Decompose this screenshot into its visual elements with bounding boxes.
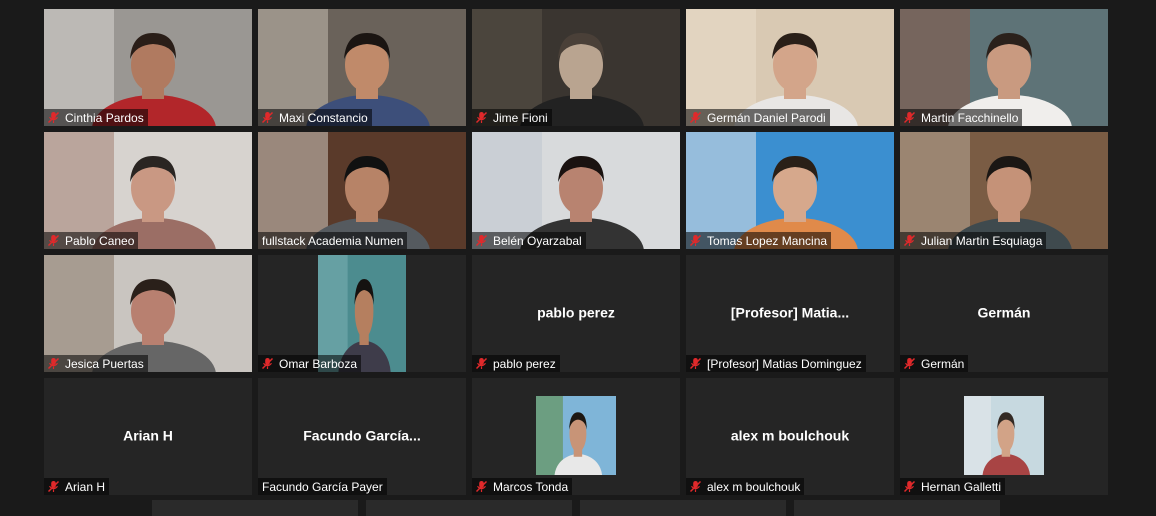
muted-mic-icon xyxy=(903,480,921,493)
participant-tile[interactable]: Jime Fioni xyxy=(472,9,680,126)
participant-tile[interactable]: Tomas Lopez Mancina xyxy=(686,132,894,249)
next-row-tile xyxy=(152,500,358,516)
participant-name: Germán Daniel Parodi xyxy=(707,110,826,125)
participant-name-label: Belén Oyarzabal xyxy=(472,232,586,249)
participant-display-name: Facundo García... xyxy=(303,427,421,444)
participant-name-label: fullstack Academia Numen xyxy=(258,232,408,249)
participant-tile[interactable]: Jesica Puertas xyxy=(44,255,252,372)
participant-name: Cinthia Pardos xyxy=(65,110,144,125)
muted-mic-icon xyxy=(47,234,65,247)
participant-tile[interactable]: Germán Germán xyxy=(900,255,1108,372)
muted-mic-icon xyxy=(475,357,493,370)
next-row-tile xyxy=(580,500,786,516)
participant-tile[interactable]: Omar Barboza xyxy=(258,255,466,372)
participant-name: alex m boulchouk xyxy=(707,479,801,494)
participant-name: Marcos Tonda xyxy=(493,479,569,494)
participant-display-name: alex m boulchouk xyxy=(730,427,850,444)
participant-display-name: Germán xyxy=(977,304,1031,321)
participant-tile[interactable]: Arian H Arian H xyxy=(44,378,252,495)
participant-name-label: Germán xyxy=(900,355,969,372)
participant-name-label: Omar Barboza xyxy=(258,355,362,372)
muted-mic-icon xyxy=(475,111,493,124)
participant-name: Martin Facchinello xyxy=(921,110,1019,125)
participant-tile[interactable]: Julian Martin Esquiaga xyxy=(900,132,1108,249)
participant-name: Maxi Constancio xyxy=(279,110,368,125)
next-row-tile xyxy=(366,500,572,516)
participant-name-label: pablo perez xyxy=(472,355,560,372)
participant-name: [Profesor] Matias Dominguez xyxy=(707,356,862,371)
participant-tile[interactable]: Marcos Tonda xyxy=(472,378,680,495)
participant-name: Pablo Caneo xyxy=(65,233,135,248)
participant-tile[interactable]: Maxi Constancio xyxy=(258,9,466,126)
participant-name-label: Tomas Lopez Mancina xyxy=(686,232,832,249)
muted-mic-icon xyxy=(47,480,65,493)
muted-mic-icon xyxy=(475,234,493,247)
participant-name-label: Cinthia Pardos xyxy=(44,109,148,126)
participant-name: Jime Fioni xyxy=(493,110,548,125)
participant-name-label: Jime Fioni xyxy=(472,109,552,126)
participant-video-thumbnail xyxy=(964,396,1044,495)
participant-tile[interactable]: [Profesor] Matia... [Profesor] Matias Dom… xyxy=(686,255,894,372)
participant-name: Germán xyxy=(921,356,965,371)
participant-name: Omar Barboza xyxy=(279,356,358,371)
muted-mic-icon xyxy=(47,111,65,124)
muted-mic-icon xyxy=(261,357,279,370)
muted-mic-icon xyxy=(261,111,279,124)
participant-name-label: Jesica Puertas xyxy=(44,355,148,372)
muted-mic-icon xyxy=(689,357,707,370)
participant-tile[interactable]: fullstack Academia Numen xyxy=(258,132,466,249)
participant-tile[interactable]: Hernan Galletti xyxy=(900,378,1108,495)
participant-name: Facundo García Payer xyxy=(262,479,383,494)
muted-mic-icon xyxy=(689,480,707,493)
muted-mic-icon xyxy=(903,111,921,124)
participant-display-name: [Profesor] Matia... xyxy=(730,304,850,321)
participant-name-label: alex m boulchouk xyxy=(686,478,805,495)
participant-name-label: Arian H xyxy=(44,478,110,495)
participant-name-label: Germán Daniel Parodi xyxy=(686,109,830,126)
participant-tile[interactable]: Pablo Caneo xyxy=(44,132,252,249)
participant-name: Tomas Lopez Mancina xyxy=(707,233,828,248)
muted-mic-icon xyxy=(47,357,65,370)
muted-mic-icon xyxy=(689,234,707,247)
participant-video-thumbnail xyxy=(536,396,616,495)
participant-name-label: Martin Facchinello xyxy=(900,109,1023,126)
participant-name: Arian H xyxy=(65,479,106,494)
participant-tile[interactable]: Germán Daniel Parodi xyxy=(686,9,894,126)
participant-name-label: Marcos Tonda xyxy=(472,478,573,495)
participant-tile[interactable]: Belén Oyarzabal xyxy=(472,132,680,249)
participant-name-label: Facundo García Payer xyxy=(258,478,387,495)
muted-mic-icon xyxy=(475,480,493,493)
next-row-tile xyxy=(794,500,1000,516)
participant-name: Hernan Galletti xyxy=(921,479,1002,494)
participant-tile[interactable]: Cinthia Pardos xyxy=(44,9,252,126)
participant-tile[interactable]: Facundo García... Facundo García Payer xyxy=(258,378,466,495)
muted-mic-icon xyxy=(689,111,707,124)
participant-display-name: pablo perez xyxy=(537,304,615,321)
participant-tile[interactable]: alex m boulchouk alex m boulchouk xyxy=(686,378,894,495)
participant-name-label: [Profesor] Matias Dominguez xyxy=(686,355,866,372)
participant-name-label: Maxi Constancio xyxy=(258,109,372,126)
participant-name: Belén Oyarzabal xyxy=(493,233,582,248)
participant-tile[interactable]: pablo perez pablo perez xyxy=(472,255,680,372)
participant-tile[interactable]: Martin Facchinello xyxy=(900,9,1108,126)
participant-name: fullstack Academia Numen xyxy=(262,233,404,248)
participant-name: Julian Martin Esquiaga xyxy=(921,233,1043,248)
participant-name: pablo perez xyxy=(493,356,556,371)
participant-name-label: Pablo Caneo xyxy=(44,232,139,249)
gallery-grid: Cinthia Pardos Maxi Constancio Jime Fioni G… xyxy=(44,9,1108,495)
participant-name-label: Julian Martin Esquiaga xyxy=(900,232,1047,249)
participant-name-label: Hernan Galletti xyxy=(900,478,1006,495)
participant-name: Jesica Puertas xyxy=(65,356,144,371)
muted-mic-icon xyxy=(903,234,921,247)
muted-mic-icon xyxy=(903,357,921,370)
participant-display-name: Arian H xyxy=(123,427,173,444)
